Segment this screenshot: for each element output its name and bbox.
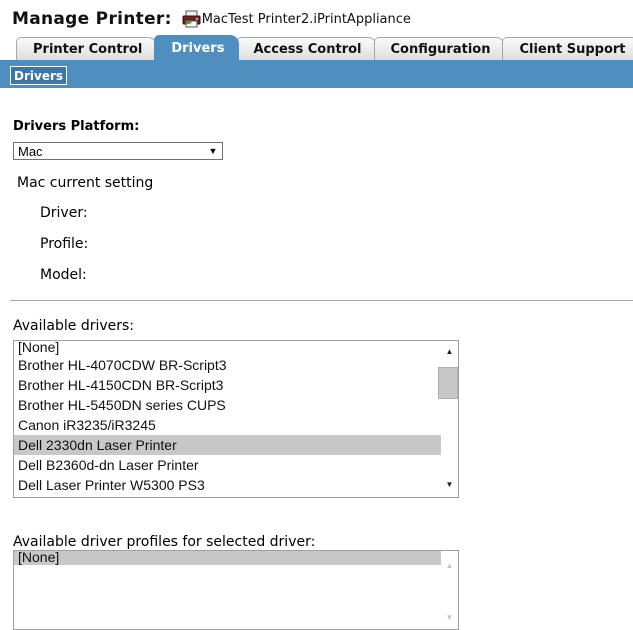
drivers-platform-value: Mac (18, 143, 43, 159)
tab-client-support[interactable]: Client Support (502, 37, 633, 60)
available-profiles-listbox[interactable]: [None] ▲ ▼ (13, 550, 459, 630)
available-profiles-label: Available driver profiles for selected d… (13, 534, 316, 550)
driver-label: Driver: (40, 205, 88, 221)
page-title: Manage Printer: (12, 9, 172, 29)
tab-drivers[interactable]: Drivers (154, 35, 240, 60)
printer-name: MacTest Printer2.iPrintAppliance (201, 11, 411, 27)
available-drivers-listbox[interactable]: [None] Brother HL-4070CDW BR-Script3 Bro… (13, 340, 459, 498)
chevron-down-icon: ▼ (208, 146, 218, 156)
current-setting-heading: Mac current setting (17, 175, 154, 191)
list-item[interactable]: Dell B2360d-dn Laser Printer (14, 455, 441, 475)
list-item[interactable]: Brother HL-5450DN series CUPS (14, 395, 441, 415)
list-item[interactable]: Dell Laser Printer W5300 PS3 (14, 475, 441, 495)
drivers-platform-heading: Drivers Platform: (13, 119, 140, 134)
scroll-up-icon[interactable]: ▲ (441, 343, 458, 360)
list-item[interactable]: [None] (14, 341, 441, 355)
printer-icon (182, 10, 202, 28)
scroll-thumb[interactable] (438, 367, 458, 399)
tab-access-control[interactable]: Access Control (236, 37, 377, 60)
available-drivers-label: Available drivers: (13, 318, 135, 334)
scroll-up-icon[interactable]: ▲ (441, 557, 458, 574)
list-item[interactable]: Canon iR3235/iR3245 (14, 415, 441, 435)
drivers-scrollbar[interactable]: ▲ ▼ (438, 341, 458, 497)
list-item[interactable]: Brother HL-4150CDN BR-Script3 (14, 375, 441, 395)
scroll-down-icon[interactable]: ▼ (441, 609, 458, 626)
drivers-platform-select[interactable]: Mac ▼ (13, 142, 223, 160)
tab-configuration[interactable]: Configuration (373, 37, 506, 60)
list-item[interactable]: Brother HL-4070CDW BR-Script3 (14, 355, 441, 375)
profiles-scrollbar[interactable]: ▲ ▼ (441, 551, 458, 629)
page-header: Manage Printer: MacTest Printer2.iPrintA… (12, 8, 411, 30)
list-item-selected[interactable]: Dell 2330dn Laser Printer (14, 435, 441, 455)
section-divider (10, 300, 633, 301)
profile-label: Profile: (40, 236, 89, 252)
tab-printer-control[interactable]: Printer Control (16, 37, 158, 60)
list-item-selected[interactable]: [None] (14, 551, 441, 565)
model-label: Model: (40, 267, 87, 283)
tab-bar: Printer Control Drivers Access Control C… (16, 35, 633, 60)
scroll-down-icon[interactable]: ▼ (441, 476, 458, 493)
subtab-drivers[interactable]: Drivers (10, 66, 68, 85)
subtab-bar (0, 60, 633, 88)
